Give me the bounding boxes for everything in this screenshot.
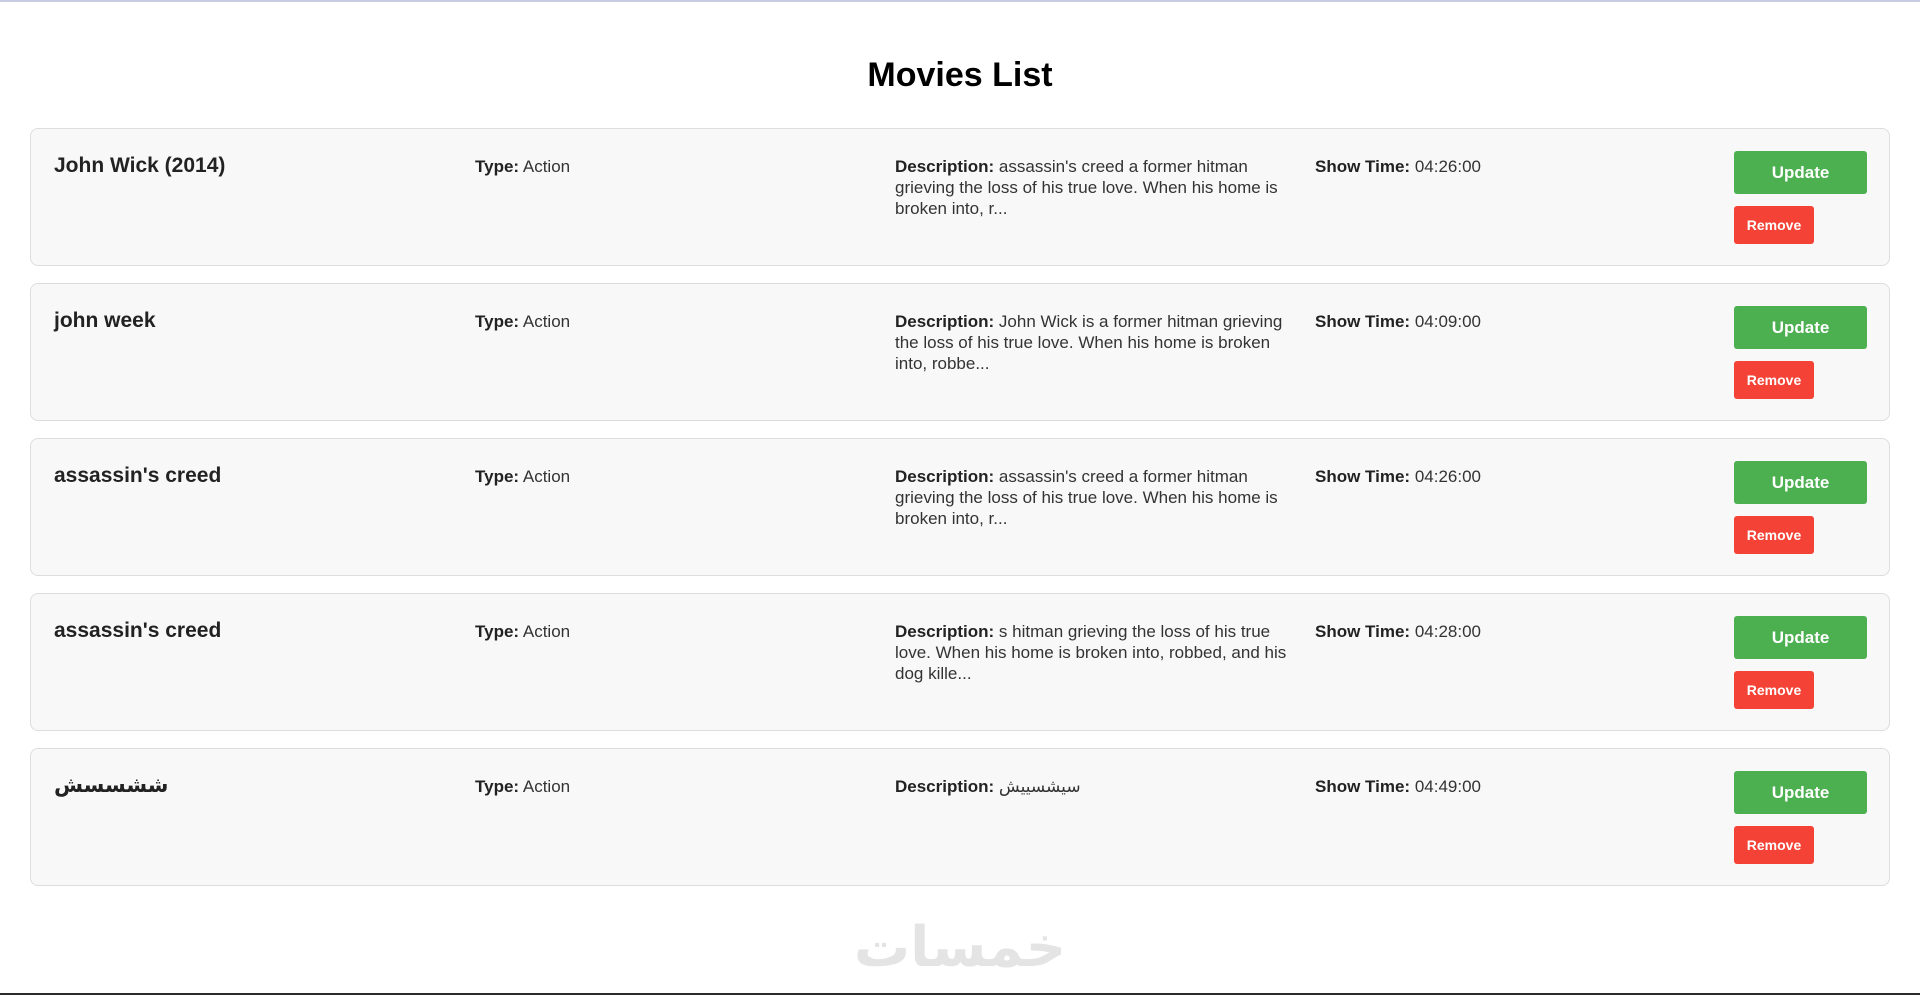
show-time-label: Show Time: — [1315, 467, 1411, 486]
movie-show-time: Show Time: 04:28:00 — [1315, 621, 1695, 642]
movie-description: Description: assassin's creed a former h… — [895, 156, 1299, 219]
movie-title: john week — [54, 309, 156, 332]
remove-button[interactable]: Remove — [1734, 206, 1814, 244]
update-button[interactable]: Update — [1734, 616, 1867, 659]
type-value: Action — [522, 777, 571, 796]
show-time-value: 04:26:00 — [1414, 467, 1482, 486]
movie-card: assassin's creed Type: Action Descriptio… — [30, 438, 1890, 576]
movie-card: ششسسش Type: Action Description: سيشسييش … — [30, 748, 1890, 886]
remove-button[interactable]: Remove — [1734, 826, 1814, 864]
movie-description: Description: assassin's creed a former h… — [895, 466, 1299, 529]
movie-type: Type: Action — [475, 156, 855, 177]
show-time-label: Show Time: — [1315, 622, 1411, 641]
description-label: Description: — [895, 622, 995, 641]
movie-card: john week Type: Action Description: John… — [30, 283, 1890, 421]
type-value: Action — [522, 622, 571, 641]
movie-description: Description: s hitman grieving the loss … — [895, 621, 1299, 684]
show-time-value: 04:49:00 — [1414, 777, 1482, 796]
movie-show-time: Show Time: 04:09:00 — [1315, 311, 1695, 332]
movie-title: ششسسش — [54, 774, 169, 797]
movie-list: John Wick (2014) Type: Action Descriptio… — [30, 128, 1890, 903]
show-time-label: Show Time: — [1315, 777, 1411, 796]
type-label: Type: — [475, 157, 520, 176]
description-label: Description: — [895, 467, 995, 486]
update-button[interactable]: Update — [1734, 306, 1867, 349]
movie-type: Type: Action — [475, 311, 855, 332]
remove-button[interactable]: Remove — [1734, 361, 1814, 399]
type-value: Action — [522, 312, 571, 331]
update-button[interactable]: Update — [1734, 771, 1867, 814]
type-label: Type: — [475, 622, 520, 641]
remove-button[interactable]: Remove — [1734, 671, 1814, 709]
movie-title: assassin's creed — [54, 619, 222, 642]
show-time-label: Show Time: — [1315, 312, 1411, 331]
movie-description: Description: John Wick is a former hitma… — [895, 311, 1299, 374]
show-time-label: Show Time: — [1315, 157, 1411, 176]
description-label: Description: — [895, 157, 995, 176]
type-value: Action — [522, 467, 571, 486]
movie-show-time: Show Time: 04:49:00 — [1315, 776, 1695, 797]
description-value: سيشسييش — [998, 777, 1081, 796]
watermark-logo: خمسات — [853, 915, 1067, 978]
description-label: Description: — [895, 777, 995, 796]
movie-show-time: Show Time: 04:26:00 — [1315, 466, 1695, 487]
top-border-line — [0, 0, 1920, 2]
movie-type: Type: Action — [475, 621, 855, 642]
description-label: Description: — [895, 312, 995, 331]
update-button[interactable]: Update — [1734, 461, 1867, 504]
type-label: Type: — [475, 312, 520, 331]
movie-type: Type: Action — [475, 776, 855, 797]
movie-description: Description: سيشسييش — [895, 776, 1299, 797]
show-time-value: 04:28:00 — [1414, 622, 1482, 641]
show-time-value: 04:26:00 — [1414, 157, 1482, 176]
remove-button[interactable]: Remove — [1734, 516, 1814, 554]
show-time-value: 04:09:00 — [1414, 312, 1482, 331]
page-title: Movies List — [867, 56, 1053, 94]
update-button[interactable]: Update — [1734, 151, 1867, 194]
type-label: Type: — [475, 777, 520, 796]
type-value: Action — [522, 157, 571, 176]
movie-title: assassin's creed — [54, 464, 222, 487]
movie-type: Type: Action — [475, 466, 855, 487]
movie-title: John Wick (2014) — [54, 154, 226, 177]
type-label: Type: — [475, 467, 520, 486]
movie-card: John Wick (2014) Type: Action Descriptio… — [30, 128, 1890, 266]
movie-card: assassin's creed Type: Action Descriptio… — [30, 593, 1890, 731]
movie-show-time: Show Time: 04:26:00 — [1315, 156, 1695, 177]
